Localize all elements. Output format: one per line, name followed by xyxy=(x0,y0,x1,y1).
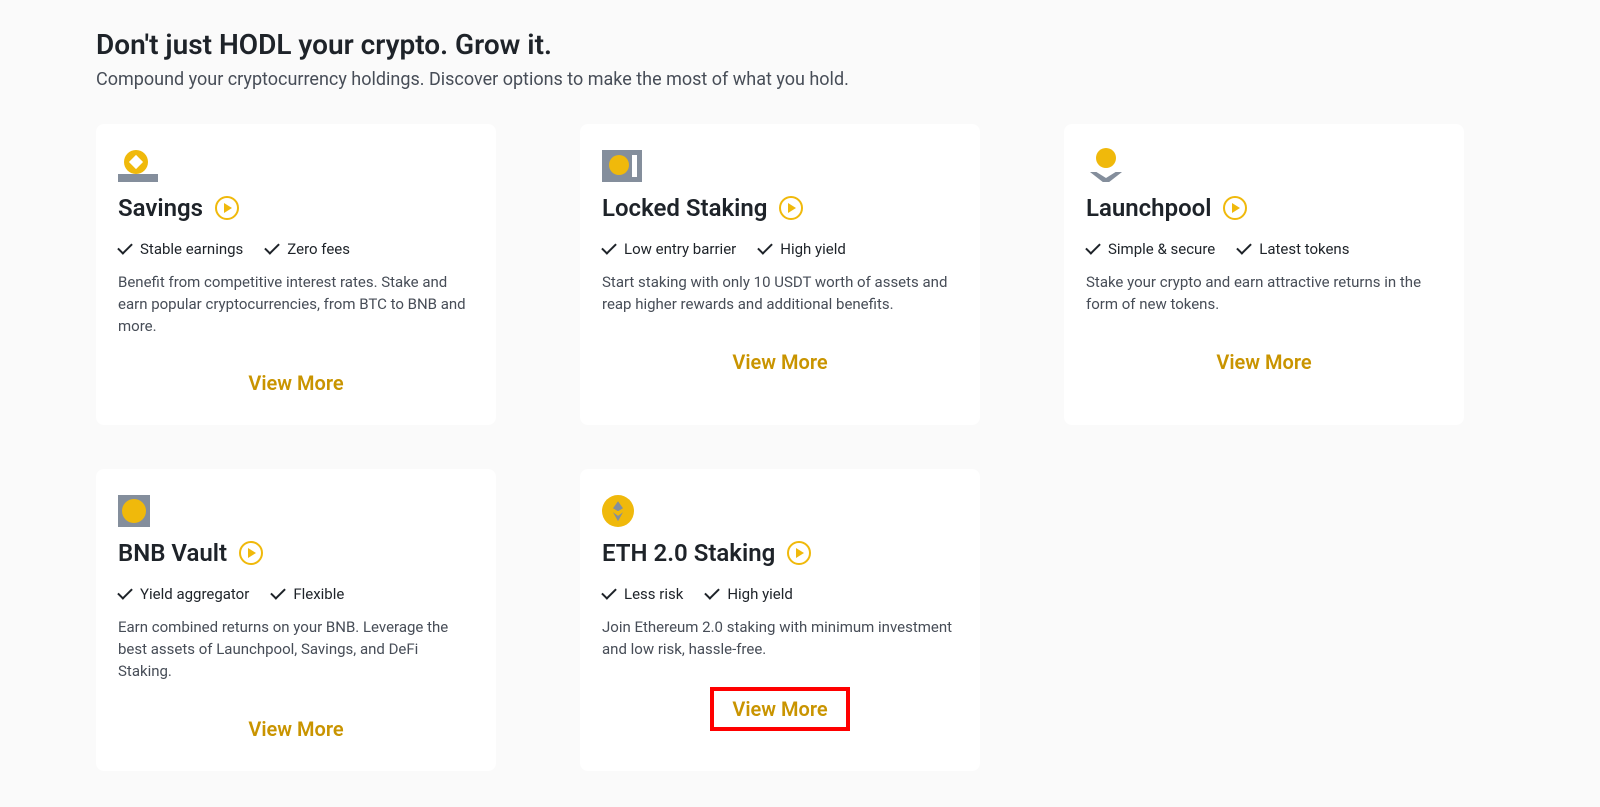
check-icon xyxy=(271,584,287,600)
check-icon xyxy=(265,239,281,255)
view-more-link[interactable]: View More xyxy=(732,697,827,721)
feature: Yield aggregator xyxy=(118,585,249,603)
play-icon[interactable] xyxy=(779,196,803,220)
card-eth-staking: ETH 2.0 Staking Less risk High yield Joi… xyxy=(580,469,980,770)
page-title: Don't just HODL your crypto. Grow it. xyxy=(96,28,1504,61)
card-launchpool: Launchpool Simple & secure Latest tokens… xyxy=(1064,124,1464,425)
page-subheading: Compound your cryptocurrency holdings. D… xyxy=(96,69,1504,90)
card-description: Join Ethereum 2.0 staking with minimum i… xyxy=(602,617,958,661)
view-more-link[interactable]: View More xyxy=(602,342,958,382)
check-icon xyxy=(705,584,721,600)
card-title: Savings xyxy=(118,194,203,222)
card-bnb-vault: BNB Vault Yield aggregator Flexible Earn… xyxy=(96,469,496,770)
view-more-link[interactable]: View More xyxy=(1086,342,1442,382)
feature: Less risk xyxy=(602,585,683,603)
check-icon xyxy=(1236,239,1252,255)
check-icon xyxy=(601,584,617,600)
check-icon xyxy=(117,239,133,255)
card-title: ETH 2.0 Staking xyxy=(602,539,775,567)
card-title: Launchpool xyxy=(1086,194,1211,222)
feature: Low entry barrier xyxy=(602,240,736,258)
feature: Stable earnings xyxy=(118,240,243,258)
card-description: Stake your crypto and earn attractive re… xyxy=(1086,272,1442,316)
eth-staking-icon xyxy=(602,495,958,527)
feature: Zero fees xyxy=(265,240,350,258)
play-icon[interactable] xyxy=(1223,196,1247,220)
feature: High yield xyxy=(758,240,846,258)
highlight-annotation: View More xyxy=(710,687,849,731)
launchpool-icon xyxy=(1086,150,1442,182)
product-grid: Savings Stable earnings Zero fees Benefi… xyxy=(96,124,1504,771)
card-description: Earn combined returns on your BNB. Lever… xyxy=(118,617,474,682)
check-icon xyxy=(601,239,617,255)
play-icon[interactable] xyxy=(239,541,263,565)
card-description: Benefit from competitive interest rates.… xyxy=(118,272,474,337)
feature: Flexible xyxy=(271,585,344,603)
view-more-link[interactable]: View More xyxy=(118,363,474,403)
card-description: Start staking with only 10 USDT worth of… xyxy=(602,272,958,316)
card-title: Locked Staking xyxy=(602,194,767,222)
card-title: BNB Vault xyxy=(118,539,227,567)
play-icon[interactable] xyxy=(215,196,239,220)
play-icon[interactable] xyxy=(787,541,811,565)
savings-icon xyxy=(118,150,474,182)
feature: Latest tokens xyxy=(1237,240,1349,258)
locked-staking-icon xyxy=(602,150,958,182)
check-icon xyxy=(117,584,133,600)
view-more-link[interactable]: View More xyxy=(118,709,474,749)
check-icon xyxy=(1085,239,1101,255)
check-icon xyxy=(757,239,773,255)
card-savings: Savings Stable earnings Zero fees Benefi… xyxy=(96,124,496,425)
card-locked-staking: Locked Staking Low entry barrier High yi… xyxy=(580,124,980,425)
feature: Simple & secure xyxy=(1086,240,1215,258)
feature: High yield xyxy=(705,585,793,603)
bnb-vault-icon xyxy=(118,495,474,527)
